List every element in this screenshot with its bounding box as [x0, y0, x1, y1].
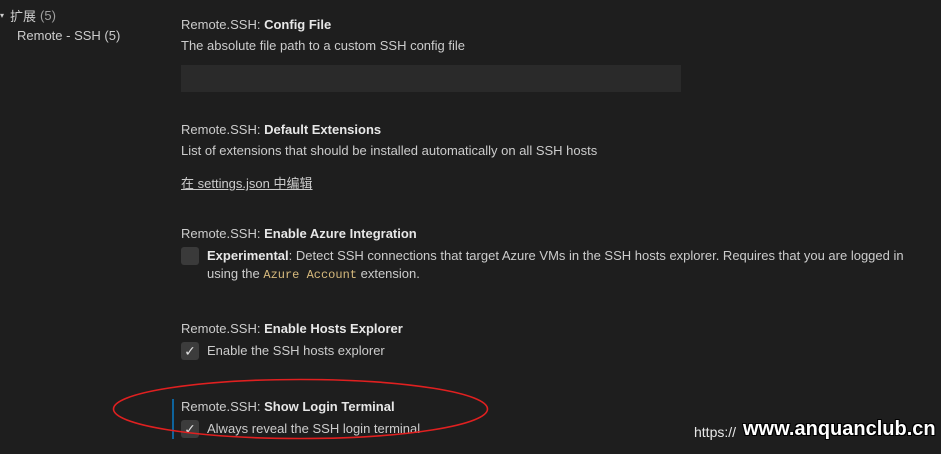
toc-item-label: 扩展 [10, 9, 37, 24]
setting-title: Remote.SSH: Show Login Terminal [181, 398, 921, 416]
toc-item-remote-ssh[interactable]: Remote - SSH (5) [17, 28, 120, 43]
setting-enable-azure-integration: Remote.SSH: Enable Azure Integration Exp… [181, 225, 921, 284]
checkbox-label: Always reveal the SSH login terminal [207, 421, 421, 436]
setting-category: Remote.SSH: [181, 321, 265, 336]
setting-description: The absolute file path to a custom SSH c… [181, 38, 465, 53]
experimental-label: Experimental [207, 248, 289, 263]
checkmark-icon: ✓ [184, 343, 196, 359]
checkbox-row: ✓ Enable the SSH hosts explorer [181, 342, 921, 360]
setting-name: Config File [264, 17, 332, 32]
setting-title: Remote.SSH: Default Extensions [181, 121, 921, 139]
settings-toc: ▾ 扩展 (5) Remote - SSH (5) [0, 0, 160, 454]
watermark-url: https:// [694, 424, 737, 440]
setting-config-file: Remote.SSH: Config File The absolute fil… [181, 16, 921, 92]
chevron-down-icon: ▾ [0, 11, 5, 20]
checkbox-label: Experimental: Detect SSH connections tha… [207, 247, 921, 284]
setting-description: List of extensions that should be instal… [181, 143, 598, 158]
setting-name: Default Extensions [264, 122, 382, 137]
focus-indicator [172, 399, 174, 439]
toc-item-count: (5) [40, 8, 56, 23]
checkbox-row: Experimental: Detect SSH connections tha… [181, 247, 921, 284]
setting-category: Remote.SSH: [181, 399, 265, 414]
hosts-explorer-checkbox[interactable]: ✓ [181, 342, 199, 360]
config-file-input[interactable] [181, 65, 681, 92]
setting-name: Enable Azure Integration [264, 226, 417, 241]
setting-default-extensions: Remote.SSH: Default Extensions List of e… [181, 121, 921, 192]
azure-integration-checkbox[interactable] [181, 247, 199, 265]
toc-item-extensions[interactable]: ▾ 扩展 (5) [0, 6, 56, 25]
watermark-site: www.anquanclub.cn [743, 418, 936, 440]
show-login-terminal-checkbox[interactable]: ✓ [181, 420, 199, 438]
label-text: extension. [357, 266, 420, 281]
setting-category: Remote.SSH: [181, 226, 265, 241]
setting-title: Remote.SSH: Enable Hosts Explorer [181, 320, 921, 338]
setting-name: Show Login Terminal [264, 399, 395, 414]
setting-enable-hosts-explorer: Remote.SSH: Enable Hosts Explorer ✓ Enab… [181, 320, 921, 360]
checkbox-label: Enable the SSH hosts explorer [207, 343, 385, 358]
setting-name: Enable Hosts Explorer [264, 321, 403, 336]
checkmark-icon: ✓ [184, 421, 196, 437]
setting-category: Remote.SSH: [181, 122, 265, 137]
setting-title: Remote.SSH: Enable Azure Integration [181, 225, 921, 243]
edit-in-settings-json-link[interactable]: 在 settings.json 中编辑 [181, 173, 313, 192]
azure-account-code: Azure Account [263, 268, 357, 282]
setting-category: Remote.SSH: [181, 17, 265, 32]
setting-title: Remote.SSH: Config File [181, 16, 921, 34]
